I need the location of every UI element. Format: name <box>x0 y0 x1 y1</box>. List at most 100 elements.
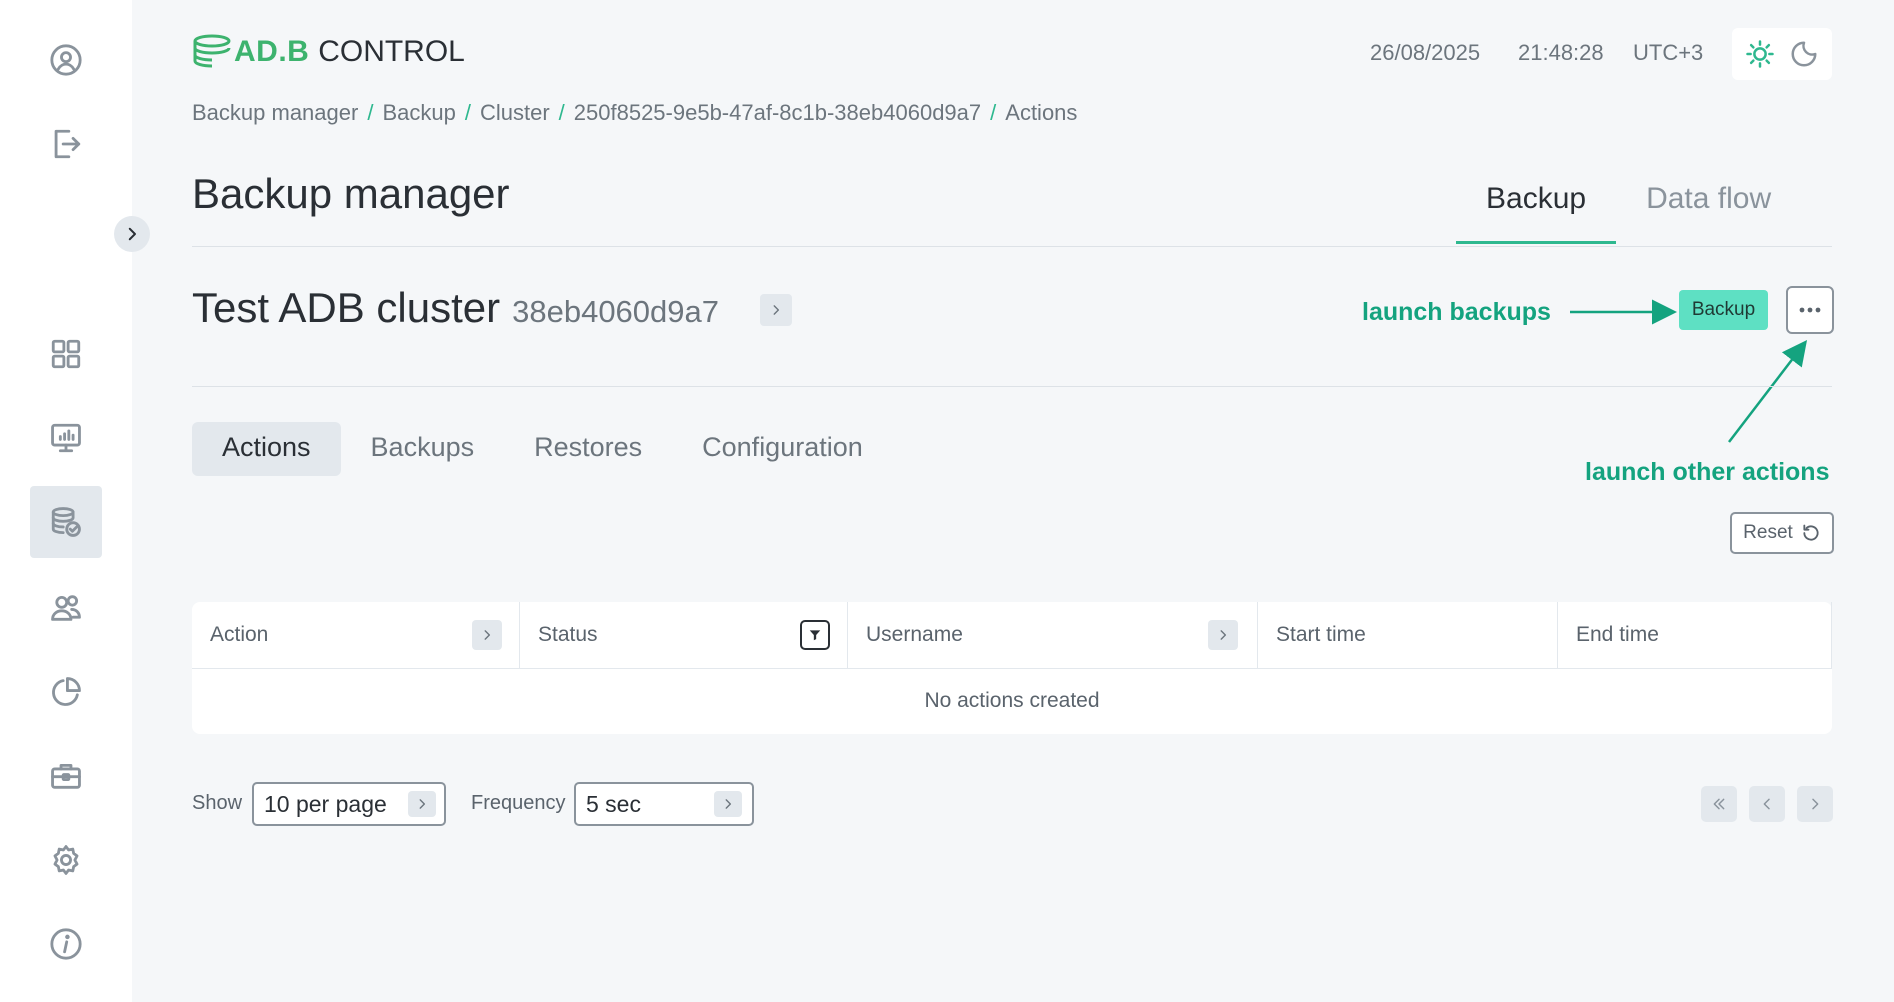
sidebar-item-tools[interactable] <box>30 740 102 812</box>
chevron-right-icon <box>1220 630 1227 640</box>
chevron-left-icon <box>1763 798 1770 810</box>
column-header-status[interactable]: Status <box>520 602 848 668</box>
chevron-right-icon <box>773 305 780 315</box>
moon-icon[interactable] <box>1789 39 1819 69</box>
show-label: Show <box>192 792 243 814</box>
logo-icon <box>193 34 231 68</box>
column-label: Action <box>210 623 269 646</box>
sidebar-item-monitoring[interactable] <box>30 402 102 474</box>
info-icon <box>50 928 82 960</box>
sidebar <box>0 0 132 1002</box>
more-icon <box>1799 307 1821 313</box>
per-page-select[interactable]: 10 per page <box>252 782 446 826</box>
next-page-button[interactable] <box>1797 786 1833 822</box>
logo-text-secondary: CONTROL <box>318 35 465 68</box>
column-header-action[interactable]: Action <box>192 602 520 668</box>
chevron-right-icon <box>484 630 491 640</box>
sidebar-item-users[interactable] <box>30 572 102 644</box>
column-label: End time <box>1576 623 1659 646</box>
backup-manager-icon <box>51 507 81 537</box>
column-username-expand-button[interactable] <box>1208 620 1238 650</box>
breadcrumb-backup-manager[interactable]: Backup manager <box>192 100 358 126</box>
breadcrumb-separator: / <box>367 100 374 125</box>
header-timezone: UTC+3 <box>1633 40 1704 65</box>
first-page-button[interactable] <box>1701 786 1737 822</box>
tab-backup[interactable]: Backup <box>1456 170 1617 244</box>
backup-button[interactable]: Backup <box>1679 290 1768 330</box>
previous-page-button[interactable] <box>1749 786 1785 822</box>
sidebar-item-backup-manager[interactable] <box>30 486 102 558</box>
tab-restores[interactable]: Restores <box>504 422 672 476</box>
column-label: Status <box>538 623 598 646</box>
divider <box>192 386 1832 387</box>
per-page-dropdown-button[interactable] <box>408 791 436 817</box>
breadcrumb-cluster[interactable]: Cluster <box>480 100 550 126</box>
chevron-right-icon <box>1812 798 1819 810</box>
cluster-id: 38eb4060d9a7 <box>512 294 719 329</box>
cluster-name: Test ADB cluster <box>192 284 501 331</box>
breadcrumb-separator: / <box>990 100 997 125</box>
sidebar-expand-button[interactable] <box>114 216 150 252</box>
breadcrumb-actions: Actions <box>1005 100 1078 125</box>
cluster-heading: Test ADB cluster 38eb4060d9a7 <box>192 284 719 332</box>
chevron-right-icon <box>419 799 426 809</box>
column-label: Username <box>866 623 963 646</box>
sun-icon[interactable] <box>1745 39 1775 69</box>
breadcrumb-backup[interactable]: Backup <box>382 100 455 126</box>
sidebar-item-settings[interactable] <box>30 824 102 896</box>
user-icon <box>50 44 82 76</box>
chevron-right-icon <box>725 799 732 809</box>
table-empty-message: No actions created <box>924 689 1100 712</box>
sidebar-item-reports[interactable] <box>30 656 102 728</box>
filter-icon <box>809 630 821 641</box>
pie-chart-icon <box>52 677 81 706</box>
column-header-end-time[interactable]: End time <box>1558 602 1832 668</box>
per-page-value: 10 per page <box>264 790 387 817</box>
divider <box>192 246 1832 247</box>
breadcrumb-separator: / <box>558 100 565 125</box>
page-tabs: Backup Data flow <box>1456 170 1801 244</box>
theme-toggle[interactable] <box>1732 28 1832 80</box>
sidebar-item-info[interactable] <box>30 908 102 980</box>
tab-data-flow[interactable]: Data flow <box>1616 170 1801 244</box>
monitoring-icon <box>51 423 81 453</box>
breadcrumb-cluster-id[interactable]: 250f8525-9e5b-47af-8c1b-38eb4060d9a7 <box>574 100 981 126</box>
toolbox-icon <box>51 763 81 789</box>
actions-table: Action Status Username Start time End ti… <box>192 602 1832 734</box>
tab-backups[interactable]: Backups <box>341 422 505 476</box>
column-label: Start time <box>1276 623 1366 646</box>
logout-button[interactable] <box>30 108 102 180</box>
reset-button[interactable]: Reset <box>1730 512 1834 554</box>
frequency-value: 5 sec <box>586 790 641 817</box>
tab-configuration[interactable]: Configuration <box>672 422 893 476</box>
column-action-expand-button[interactable] <box>472 620 502 650</box>
dashboard-icon <box>51 339 81 369</box>
status-filter-button[interactable] <box>800 620 830 650</box>
header-date: 26/08/2025 <box>1370 40 1481 65</box>
annotation-launch-backups: launch backups <box>1362 298 1551 326</box>
frequency-dropdown-button[interactable] <box>714 791 742 817</box>
tab-actions[interactable]: Actions <box>192 422 341 476</box>
breadcrumb: Backup manager / Backup / Cluster / 250f852… <box>192 100 1077 126</box>
sub-tabs: Actions Backups Restores Configuration <box>192 422 893 476</box>
reset-icon <box>1803 524 1819 541</box>
annotation-launch-other-actions: launch other actions <box>1585 458 1830 486</box>
frequency-select[interactable]: 5 sec <box>574 782 754 826</box>
column-header-start-time[interactable]: Start time <box>1258 602 1558 668</box>
page-title: Backup manager <box>192 170 510 217</box>
chevrons-left-icon <box>1713 798 1725 810</box>
breadcrumb-separator: / <box>464 100 471 125</box>
reset-label: Reset <box>1743 522 1793 543</box>
app-logo: AD.B CONTROL <box>192 32 465 72</box>
settings-icon <box>53 845 79 875</box>
sidebar-item-dashboard[interactable] <box>30 318 102 390</box>
more-actions-button[interactable] <box>1786 286 1834 334</box>
users-icon <box>51 595 81 621</box>
logo-text-primary: AD.B <box>234 35 310 68</box>
column-header-username[interactable]: Username <box>848 602 1258 668</box>
chevron-right-icon <box>128 227 136 241</box>
header-time: 21:48:28 <box>1518 40 1604 65</box>
user-profile-button[interactable] <box>30 24 102 96</box>
cluster-expand-button[interactable] <box>760 294 792 326</box>
frequency-label: Frequency <box>471 792 566 814</box>
